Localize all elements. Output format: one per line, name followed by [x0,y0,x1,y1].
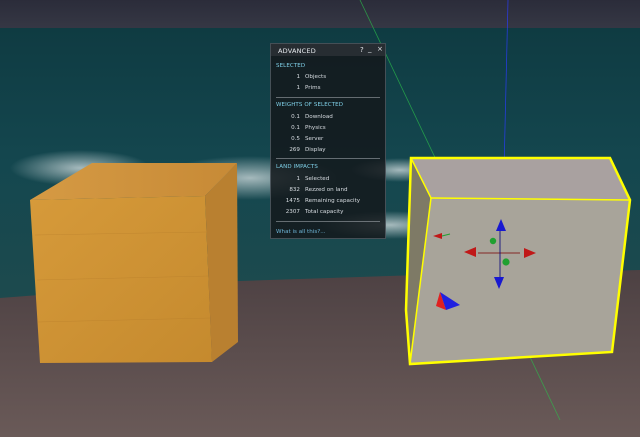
stat-row-physics: 0.1 Physics [271,125,385,133]
section-title-selected: SELECTED [276,63,306,69]
stat-value: 0.1 [291,114,300,120]
stat-label: Server [305,136,324,142]
stat-label: Selected [305,176,330,182]
stat-label: Remaining capacity [305,198,361,204]
stat-row-display: 269 Display [271,147,385,155]
selected-cube[interactable] [404,156,632,366]
stat-value: 2307 [285,209,300,215]
gizmo-handle-green[interactable] [502,258,510,266]
stat-value: 1 [296,176,300,182]
stat-label: Physics [305,125,326,131]
wooden-cube[interactable] [30,163,238,363]
stat-label: Download [305,114,333,120]
section-divider [276,97,380,98]
floater-title: ADVANCED [278,47,316,55]
stat-label: Total capacity [305,209,344,215]
help-button[interactable]: ? [360,46,364,54]
gizmo-handle-green[interactable] [489,237,497,245]
selected-cube-top-face [411,158,630,200]
stat-value: 1475 [285,198,300,204]
section-title-weights: WEIGHTS OF SELECTED [276,102,344,108]
stat-row-remaining-capacity: 1475 Remaining capacity [271,198,385,206]
stat-value: 832 [289,187,300,193]
stat-value: 269 [289,147,300,153]
stat-value: 0.1 [291,125,300,131]
stat-label: Rezzed on land [305,187,348,193]
stat-label: Objects [305,74,327,80]
stat-row-download: 0.1 Download [271,114,385,122]
stat-label: Display [305,147,326,153]
stat-value: 0.5 [291,136,300,142]
stat-row-objects: 1 Objects [271,74,385,82]
advanced-floater[interactable]: ADVANCED ? _ × SELECTED 1 Objects 1 Prim… [270,43,386,239]
floater-titlebar[interactable]: ADVANCED ? _ × [271,44,385,56]
section-title-land-impacts: LAND IMPACTS [276,164,318,170]
section-divider [276,158,380,159]
stat-row-rezzed-on-land: 832 Rezzed on land [271,187,385,195]
selected-cube-front-face [410,198,630,364]
stat-row-prims: 1 Prims [271,85,385,93]
minimize-button[interactable]: _ [368,45,372,53]
stat-row-total-capacity: 2307 Total capacity [271,209,385,217]
close-button[interactable]: × [377,45,383,53]
section-divider [276,221,380,222]
sky [0,0,640,30]
help-link[interactable]: What is all this?... [276,229,326,235]
stat-row-selected: 1 Selected [271,176,385,184]
stat-value: 1 [296,74,300,80]
stat-row-server: 0.5 Server [271,136,385,144]
stat-value: 1 [296,85,300,91]
stat-label: Prims [305,85,321,91]
